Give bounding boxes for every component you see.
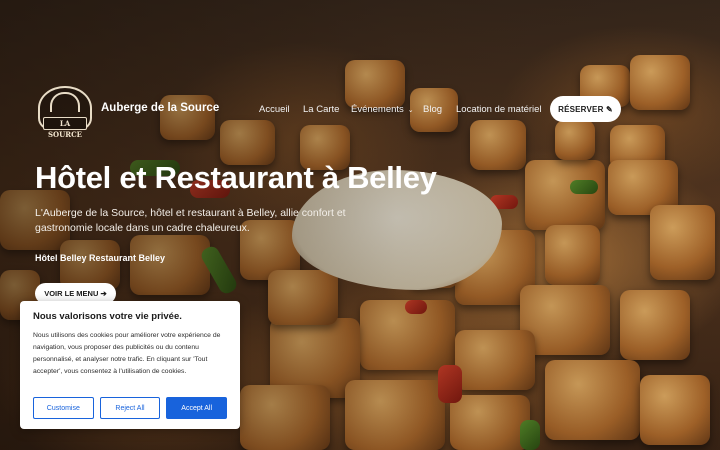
reserve-button[interactable]: RÉSERVER ✎ [550,96,621,122]
cookie-reject-button[interactable]: Reject All [99,397,161,419]
nav-item-accueil[interactable]: Accueil [259,104,290,115]
nav-item-evenements-label: Événements [351,104,404,115]
cookie-title: Nous valorisons votre vie privée. [33,311,182,322]
logo-wordmark: LA SOURCE [43,117,87,139]
hero-subtitle: Hôtel Belley Restaurant Belley [35,253,166,263]
cookie-customise-button[interactable]: Customise [33,397,94,419]
chevron-down-icon: ⌄ [405,107,414,114]
logo-roof-icon [50,92,80,112]
nav-item-la-carte[interactable]: La Carte [303,104,339,115]
cookie-accept-button[interactable]: Accept All [166,397,228,419]
cookie-consent-banner: Nous valorisons votre vie privée. Nous u… [20,301,240,429]
nav-item-blog[interactable]: Blog [423,104,442,115]
hero-title: Hôtel et Restaurant à Belley [35,160,437,195]
site-name[interactable]: Auberge de la Source [101,102,219,114]
hero-description: L'Auberge de la Source, hôtel et restaur… [35,207,346,234]
nav-item-evenements[interactable]: Événements ⌄ [351,104,414,115]
cookie-text: Nous utilisons des cookies pour améliore… [33,332,221,375]
cookie-actions: Customise Reject All Accept All [33,397,228,419]
nav-item-location-materiel[interactable]: Location de matériel [456,104,542,115]
